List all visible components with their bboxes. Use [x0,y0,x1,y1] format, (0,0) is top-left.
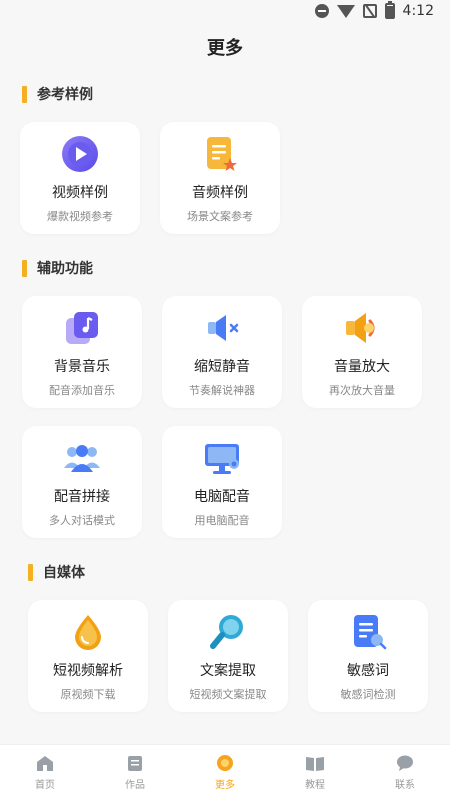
music-note-icon [66,312,98,344]
card-subtitle: 爆款视频参考 [47,210,113,223]
play-icon [62,136,98,172]
computer-icon [205,444,239,474]
nav-contact[interactable]: 联系 [360,754,450,791]
card-title: 短视频解析 [53,663,123,679]
card-subtitle: 敏感词检测 [340,688,396,701]
card-subtitle: 用电脑配音 [194,514,250,527]
card-title: 视频样例 [52,185,108,201]
card-title: 配音拼接 [54,489,110,505]
card-volume-boost[interactable]: 音量放大 再次放大音量 [302,296,422,408]
more-icon [217,755,233,771]
card-subtitle: 原视频下载 [60,688,116,701]
nav-label: 更多 [215,780,235,791]
section-header-self-media: 自媒体 [28,562,85,582]
section-accent-bar [28,563,33,581]
nav-label: 教程 [305,780,325,791]
nav-label: 联系 [395,780,415,791]
page-title: 更多 [207,38,243,59]
document-star-icon [207,137,237,171]
nav-tutorial[interactable]: 教程 [270,754,360,791]
bottom-nav: 首页 作品 更多 教程 联系 [0,744,450,800]
battery-icon [384,1,395,19]
card-title: 敏感词 [347,663,389,679]
card-background-music[interactable]: 背景音乐 配音添加音乐 [22,296,142,408]
nav-more[interactable]: 更多 [180,754,270,791]
document-search-icon [354,615,387,650]
card-subtitle: 短视频文案提取 [189,688,267,701]
card-audio-samples[interactable]: 音频样例 场景文案参考 [160,122,280,234]
card-shorten-silence[interactable]: 缩短静音 节奏解说神器 [162,296,282,408]
card-subtitle: 节奏解说神器 [189,384,255,397]
search-icon [210,615,243,649]
drop-icon [75,615,101,650]
card-title: 文案提取 [200,663,256,679]
no-signal-icon [362,4,377,18]
status-bar: 4:12 [0,0,450,22]
book-icon [306,757,324,771]
card-sensitive-words[interactable]: 敏感词 敏感词检测 [308,600,428,712]
card-video-samples[interactable]: 视频样例 爆款视频参考 [20,122,140,234]
volume-up-icon [346,313,375,343]
card-short-video-parse[interactable]: 短视频解析 原视频下载 [28,600,148,712]
section-title: 参考样例 [37,87,93,103]
card-dubbing-splice[interactable]: 配音拼接 多人对话模式 [22,426,142,538]
card-title: 背景音乐 [54,359,110,375]
section-accent-bar [22,85,27,103]
card-title: 音量放大 [334,359,390,375]
home-icon [37,756,53,771]
chat-icon [397,755,413,771]
section-header-auxiliary: 辅助功能 [22,258,93,278]
nav-home[interactable]: 首页 [0,754,90,791]
nav-works[interactable]: 作品 [90,754,180,791]
card-computer-dubbing[interactable]: 电脑配音 用电脑配音 [162,426,282,538]
status-time: 4:12 [402,3,434,19]
folder-icon [128,756,142,771]
card-subtitle: 再次放大音量 [329,384,395,397]
card-title: 音频样例 [192,185,248,201]
nav-label: 作品 [125,780,145,791]
section-accent-bar [22,259,27,277]
do-not-disturb-icon [314,4,329,18]
card-title: 电脑配音 [194,489,250,505]
nav-label: 首页 [35,780,55,791]
card-copy-extract[interactable]: 文案提取 短视频文案提取 [168,600,288,712]
card-subtitle: 配音添加音乐 [49,384,115,397]
card-subtitle: 多人对话模式 [49,514,115,527]
card-title: 缩短静音 [194,359,250,375]
section-header-reference: 参考样例 [22,84,93,104]
wifi-icon [336,4,355,18]
section-title: 自媒体 [43,565,85,581]
mute-speaker-icon [208,315,239,341]
group-icon [64,445,100,472]
card-subtitle: 场景文案参考 [187,210,253,223]
section-title: 辅助功能 [37,261,93,277]
